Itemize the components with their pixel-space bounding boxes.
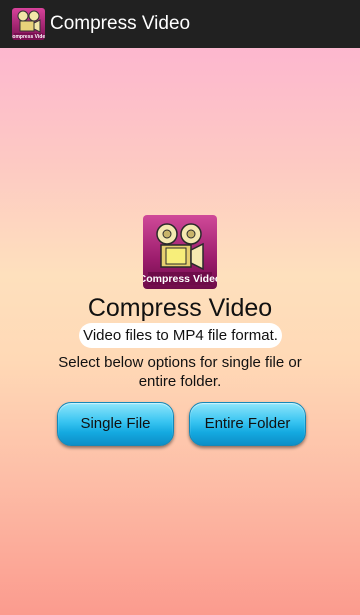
action-bar: Compress Video Compress Video xyxy=(0,0,360,48)
main-content: Compress Video Compress Video Video file… xyxy=(0,48,360,615)
subtitle-badge: Video files to MP4 file format. xyxy=(79,323,282,348)
single-file-button[interactable]: Single File xyxy=(57,402,174,446)
app-icon[interactable]: Compress Video xyxy=(12,8,45,40)
instructions-text: Select below options for single file or … xyxy=(58,354,302,390)
action-bar-title: Compress Video xyxy=(50,13,191,34)
page-title: Compress Video xyxy=(87,294,273,322)
compress-video-logo-icon: Compress Video xyxy=(143,215,217,289)
app-icon-text: Compress Video xyxy=(12,34,45,40)
logo-caption: Compress Video xyxy=(143,273,217,285)
entire-folder-button[interactable]: Entire Folder xyxy=(189,402,306,446)
